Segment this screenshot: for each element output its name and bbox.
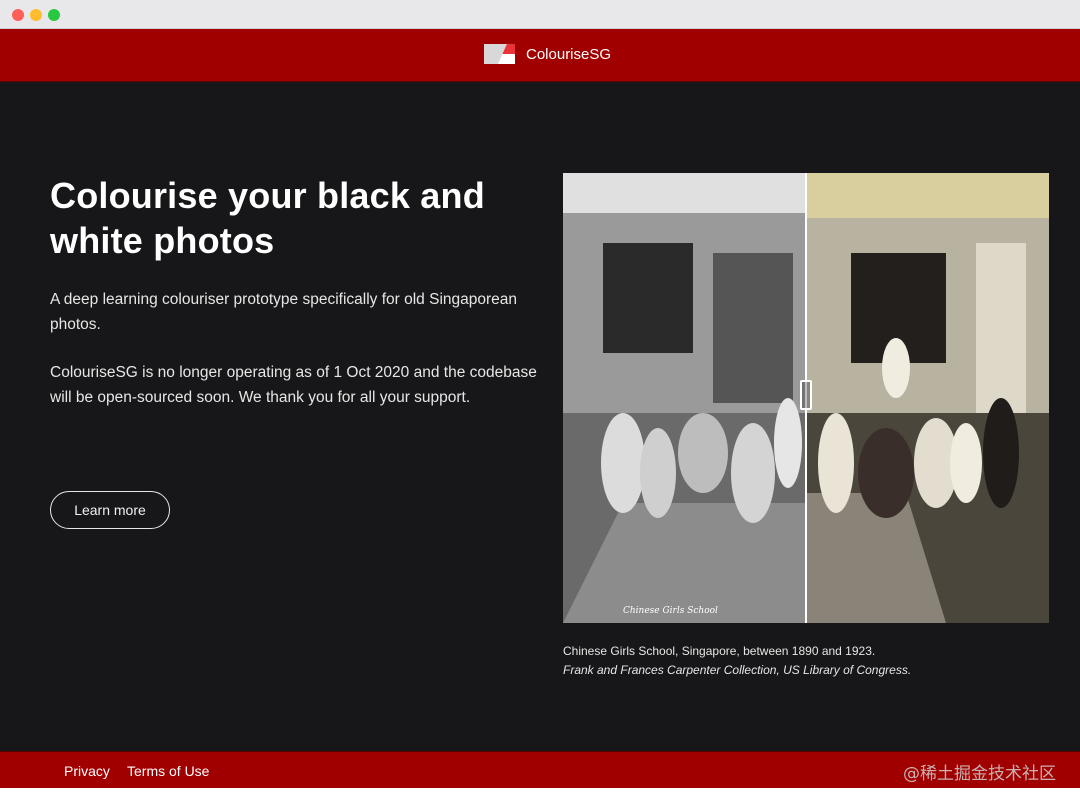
watermark: @稀土掘金技术社区 — [903, 764, 1056, 784]
minimize-window-button[interactable] — [30, 9, 42, 21]
brand-link[interactable]: ColouriseSG — [484, 44, 611, 64]
colour-photo-illustration — [806, 173, 1049, 623]
page-title: Colourise your black and white photos — [50, 175, 485, 261]
bottom-edge — [0, 788, 1080, 793]
photo-credit: Frank and Frances Carpenter Collection, … — [563, 663, 912, 677]
footer: Privacy Terms of Use @稀土掘金技术社区 — [0, 751, 1080, 788]
brand-name: ColouriseSG — [526, 45, 612, 63]
window-chrome — [0, 0, 1080, 29]
colourised-photo — [806, 173, 1049, 623]
privacy-link[interactable]: Privacy — [64, 763, 110, 779]
logo-icon — [484, 44, 515, 64]
comparison-slider-handle[interactable] — [800, 380, 812, 410]
bw-photo-illustration: Chinese Girls School — [563, 173, 806, 623]
photo-comparison[interactable]: Chinese Girls School — [563, 173, 1049, 623]
maximize-window-button[interactable] — [48, 9, 60, 21]
photo-inscription: Chinese Girls School — [623, 606, 718, 616]
top-navbar: ColouriseSG — [0, 29, 1080, 82]
learn-more-button[interactable]: Learn more — [50, 491, 170, 529]
main-content: Colourise your black and white photos A … — [0, 83, 1080, 751]
hero-description: A deep learning colouriser prototype spe… — [50, 291, 518, 333]
service-notice: ColouriseSG is no longer operating as of… — [50, 364, 537, 406]
terms-of-use-link[interactable]: Terms of Use — [127, 763, 209, 779]
photo-caption: Chinese Girls School, Singapore, between… — [563, 644, 876, 658]
close-window-button[interactable] — [12, 9, 24, 21]
black-white-photo: Chinese Girls School — [563, 173, 806, 623]
